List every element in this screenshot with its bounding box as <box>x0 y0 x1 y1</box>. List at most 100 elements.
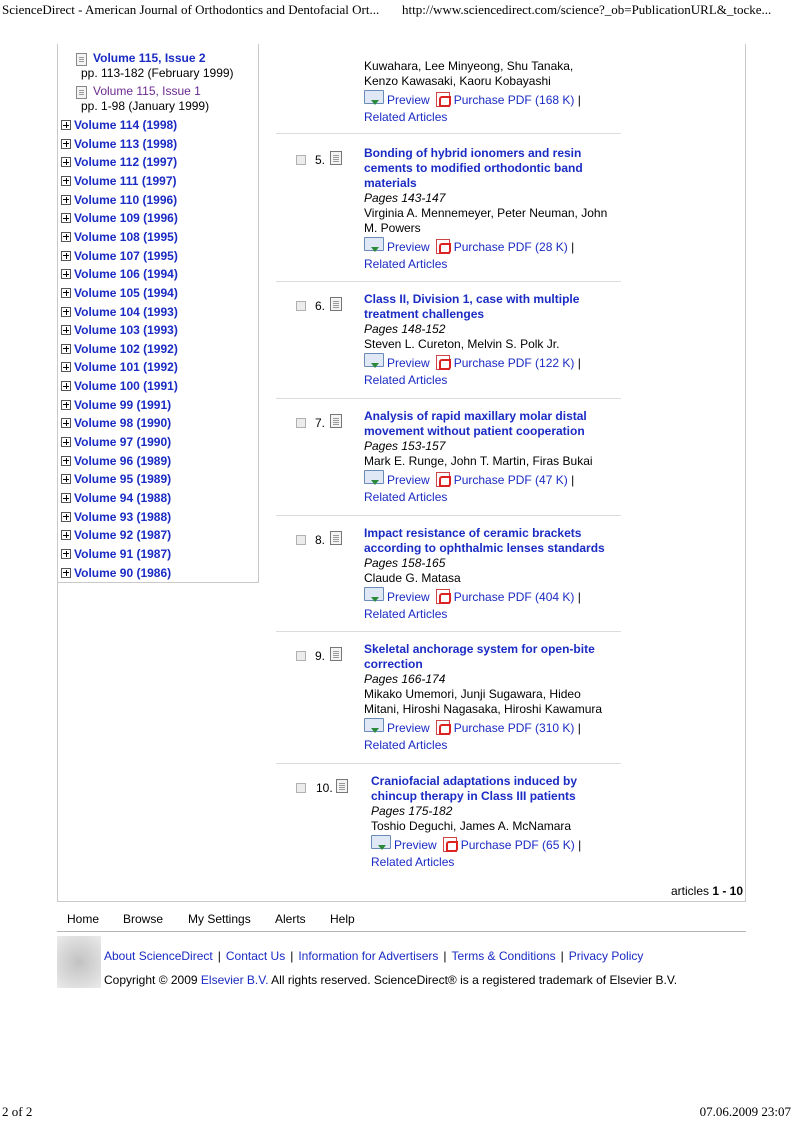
preview-icon[interactable] <box>364 718 384 733</box>
footer-link-advertisers[interactable]: Information for Advertisers <box>298 949 438 963</box>
article-checkbox[interactable] <box>296 783 306 793</box>
article-title-link[interactable]: treatment challenges <box>364 307 614 322</box>
preview-link[interactable]: Preview <box>387 240 430 254</box>
related-articles-link[interactable]: Related Articles <box>364 257 447 271</box>
pdf-icon[interactable] <box>442 837 458 852</box>
related-articles-link[interactable]: Related Articles <box>364 373 447 387</box>
preview-link[interactable]: Preview <box>387 721 430 735</box>
article-checkbox[interactable] <box>296 418 306 428</box>
preview-link[interactable]: Preview <box>387 590 430 604</box>
expand-plus-icon[interactable] <box>61 120 71 130</box>
volume-link[interactable]: Volume 105 (1994) <box>74 286 178 300</box>
article-title-link[interactable]: correction <box>364 657 614 672</box>
volume-link[interactable]: Volume 92 (1987) <box>74 528 171 542</box>
volume-link[interactable]: Volume 104 (1993) <box>74 305 178 319</box>
expand-plus-icon[interactable] <box>61 567 71 578</box>
expand-plus-icon[interactable] <box>61 306 71 317</box>
nav-home[interactable]: Home <box>67 912 99 926</box>
nav-browse[interactable]: Browse <box>123 912 163 926</box>
volume-link[interactable]: Volume 90 (1986) <box>74 566 171 580</box>
preview-icon[interactable] <box>364 587 384 602</box>
preview-icon[interactable] <box>364 237 384 252</box>
pdf-icon[interactable] <box>435 589 451 604</box>
expand-plus-icon[interactable] <box>61 474 71 485</box>
article-checkbox[interactable] <box>296 155 306 165</box>
article-title-link[interactable]: movement without patient cooperation <box>364 424 614 439</box>
footer-link-contact[interactable]: Contact Us <box>226 949 285 963</box>
expand-plus-icon[interactable] <box>61 511 71 522</box>
expand-plus-icon[interactable] <box>61 530 71 541</box>
pdf-icon[interactable] <box>435 239 451 254</box>
article-title-link[interactable]: cements to modified orthodontic band <box>364 161 614 176</box>
volume-link[interactable]: Volume 111 (1997) <box>74 174 177 188</box>
expand-plus-icon[interactable] <box>61 343 71 354</box>
article-title-link[interactable]: chincup therapy in Class III patients <box>371 789 621 804</box>
pdf-icon[interactable] <box>435 472 451 487</box>
preview-link[interactable]: Preview <box>387 473 430 487</box>
expand-plus-icon[interactable] <box>61 287 71 298</box>
volume-link[interactable]: Volume 99 (1991) <box>74 398 171 412</box>
volume-link[interactable]: Volume 94 (1988) <box>74 491 171 505</box>
volume-link[interactable]: Volume 93 (1988) <box>74 510 171 524</box>
volume-link[interactable]: Volume 98 (1990) <box>74 416 171 430</box>
preview-icon[interactable] <box>364 470 384 485</box>
article-checkbox[interactable] <box>296 651 306 661</box>
article-title-link[interactable]: Bonding of hybrid ionomers and resin <box>364 146 614 161</box>
expand-plus-icon[interactable] <box>61 269 71 280</box>
document-icon[interactable] <box>330 647 342 661</box>
related-articles-link[interactable]: Related Articles <box>371 855 454 869</box>
expand-plus-icon[interactable] <box>61 399 71 410</box>
related-articles-link[interactable]: Related Articles <box>364 607 447 621</box>
article-title-link[interactable]: Class II, Division 1, case with multiple <box>364 292 614 307</box>
related-articles-link[interactable]: Related Articles <box>364 738 447 752</box>
volume-link[interactable]: Volume 100 (1991) <box>74 379 178 393</box>
volume-link[interactable]: Volume 110 (1996) <box>74 193 177 207</box>
pdf-icon[interactable] <box>435 92 451 107</box>
purchase-pdf-link[interactable]: Purchase PDF (47 K) <box>454 473 568 487</box>
article-checkbox[interactable] <box>296 301 306 311</box>
expand-plus-icon[interactable] <box>61 231 71 242</box>
related-articles-link[interactable]: Related Articles <box>364 490 447 504</box>
expand-plus-icon[interactable] <box>61 325 71 336</box>
volume-link[interactable]: Volume 102 (1992) <box>74 342 178 356</box>
article-checkbox[interactable] <box>296 535 306 545</box>
purchase-pdf-link[interactable]: Purchase PDF (28 K) <box>454 240 568 254</box>
elsevier-link[interactable]: Elsevier B.V. <box>201 973 269 987</box>
related-articles-link[interactable]: Related Articles <box>364 110 447 124</box>
expand-plus-icon[interactable] <box>61 175 71 186</box>
document-icon[interactable] <box>330 531 342 545</box>
volume-link[interactable]: Volume 101 (1992) <box>74 360 178 374</box>
preview-link[interactable]: Preview <box>394 838 437 852</box>
volume-link[interactable]: Volume 113 (1998) <box>74 137 177 151</box>
purchase-pdf-link[interactable]: Purchase PDF (310 K) <box>454 721 575 735</box>
expand-plus-icon[interactable] <box>61 138 71 149</box>
document-icon[interactable] <box>330 414 342 428</box>
expand-plus-icon[interactable] <box>61 455 71 466</box>
pdf-icon[interactable] <box>435 355 451 370</box>
article-title-link[interactable]: Analysis of rapid maxillary molar distal <box>364 409 614 424</box>
expand-plus-icon[interactable] <box>61 157 71 168</box>
issue-link[interactable]: Volume 115, Issue 1 <box>93 84 201 98</box>
purchase-pdf-link[interactable]: Purchase PDF (404 K) <box>454 590 575 604</box>
volume-link[interactable]: Volume 96 (1989) <box>74 454 171 468</box>
nav-my-settings[interactable]: My Settings <box>188 912 251 926</box>
purchase-pdf-link[interactable]: Purchase PDF (65 K) <box>461 838 575 852</box>
document-icon[interactable] <box>330 151 342 165</box>
expand-plus-icon[interactable] <box>61 194 71 205</box>
expand-plus-icon[interactable] <box>61 250 71 261</box>
volume-link[interactable]: Volume 106 (1994) <box>74 267 178 281</box>
nav-help[interactable]: Help <box>330 912 355 926</box>
footer-link-privacy[interactable]: Privacy Policy <box>569 949 644 963</box>
expand-plus-icon[interactable] <box>61 418 71 429</box>
volume-link[interactable]: Volume 97 (1990) <box>74 435 171 449</box>
footer-link-about[interactable]: About ScienceDirect <box>104 949 213 963</box>
preview-icon[interactable] <box>371 835 391 850</box>
expand-plus-icon[interactable] <box>61 362 71 373</box>
volume-link[interactable]: Volume 107 (1995) <box>74 249 178 263</box>
document-icon[interactable] <box>330 297 342 311</box>
preview-icon[interactable] <box>364 353 384 368</box>
article-title-link[interactable]: Skeletal anchorage system for open-bite <box>364 642 614 657</box>
article-title-link[interactable]: Craniofacial adaptations induced by <box>371 774 621 789</box>
expand-plus-icon[interactable] <box>61 381 71 392</box>
purchase-pdf-link[interactable]: Purchase PDF (122 K) <box>454 356 575 370</box>
